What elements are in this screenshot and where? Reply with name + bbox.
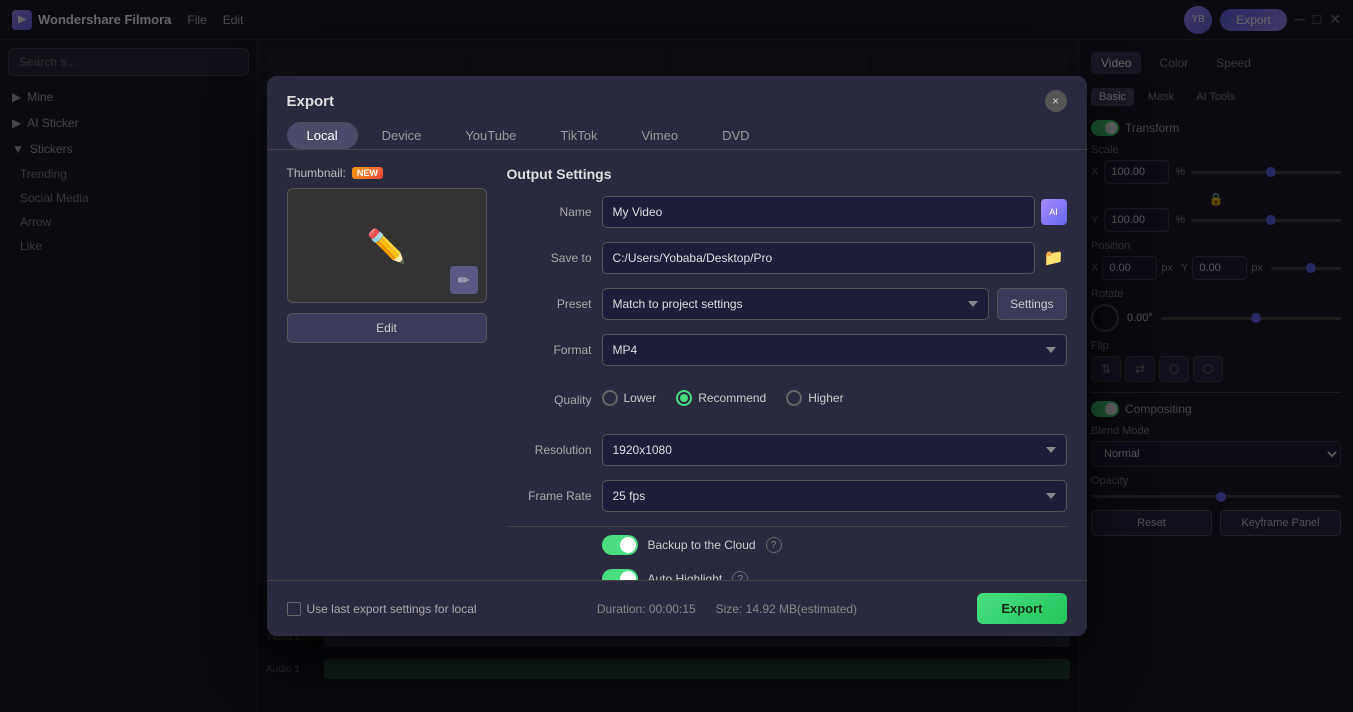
settings-divider — [507, 526, 1067, 527]
size-value: 14.92 MB(estimated) — [746, 602, 857, 616]
output-settings: Output Settings Name AI Save to — [507, 166, 1067, 564]
modal-body: Thumbnail: NEW ✏️ ✏ Edit Output Settings… — [267, 150, 1087, 580]
backup-cloud-toggle[interactable] — [602, 535, 638, 555]
quality-options: Lower Recommend Higher — [602, 380, 844, 416]
tab-youtube[interactable]: YouTube — [445, 122, 536, 149]
resolution-select[interactable]: 1920x1080 — [602, 434, 1067, 466]
save-to-input[interactable] — [602, 242, 1035, 274]
auto-highlight-toggle[interactable] — [602, 569, 638, 580]
footer-info: Duration: 00:00:15 Size: 14.92 MB(estima… — [597, 602, 857, 616]
name-input-container: AI — [602, 196, 1067, 228]
quality-lower-label: Lower — [624, 391, 657, 405]
quality-row: Quality Lower Recommend — [507, 380, 1067, 420]
preset-select[interactable]: Match to project settings — [602, 288, 990, 320]
tab-device[interactable]: Device — [362, 122, 442, 149]
save-to-container: 📁 — [602, 242, 1067, 274]
footer-left: Use last export settings for local — [287, 602, 477, 616]
preset-container: Match to project settings Settings — [602, 288, 1067, 320]
format-label: Format — [507, 343, 592, 357]
thumbnail-label: Thumbnail: NEW — [287, 166, 487, 180]
tab-tiktok[interactable]: TikTok — [540, 122, 617, 149]
export-button-modal[interactable]: Export — [977, 593, 1066, 624]
tab-local[interactable]: Local — [287, 122, 358, 149]
size-info: Size: 14.92 MB(estimated) — [716, 602, 857, 616]
duration-info: Duration: 00:00:15 — [597, 602, 696, 616]
settings-button[interactable]: Settings — [997, 288, 1066, 320]
new-badge: NEW — [352, 167, 383, 179]
thumbnail-text: Thumbnail: — [287, 166, 346, 180]
ai-rename-button[interactable]: AI — [1041, 199, 1067, 225]
quality-recommend[interactable]: Recommend — [676, 390, 766, 406]
auto-highlight-row: Auto Highlight ? — [507, 569, 1067, 580]
quality-higher-label: Higher — [808, 391, 843, 405]
preset-row: Preset Match to project settings Setting… — [507, 288, 1067, 320]
size-label: Size: — [716, 602, 743, 616]
browse-folder-button[interactable]: 📁 — [1041, 245, 1067, 271]
auto-highlight-label: Auto Highlight — [648, 572, 723, 580]
quality-lower-radio[interactable] — [602, 390, 618, 406]
preset-label: Preset — [507, 297, 592, 311]
frame-rate-select[interactable]: 25 fps — [602, 480, 1067, 512]
save-to-label: Save to — [507, 251, 592, 265]
export-modal: Export × Local Device YouTube TikTok Vim… — [267, 76, 1087, 636]
duration-value: 00:00:15 — [649, 602, 696, 616]
quality-higher[interactable]: Higher — [786, 390, 843, 406]
backup-help-icon[interactable]: ? — [766, 537, 782, 553]
frame-rate-row: Frame Rate 25 fps — [507, 480, 1067, 512]
edit-thumbnail-button[interactable]: Edit — [287, 313, 487, 343]
resolution-label: Resolution — [507, 443, 592, 457]
frame-rate-label: Frame Rate — [507, 489, 592, 503]
name-label: Name — [507, 205, 592, 219]
modal-footer: Use last export settings for local Durat… — [267, 580, 1087, 636]
duration-label: Duration: — [597, 602, 646, 616]
tab-dvd[interactable]: DVD — [702, 122, 769, 149]
quality-higher-radio[interactable] — [786, 390, 802, 406]
format-select[interactable]: MP4 — [602, 334, 1067, 366]
thumbnail-section: Thumbnail: NEW ✏️ ✏ Edit — [287, 166, 487, 564]
format-row: Format MP4 — [507, 334, 1067, 366]
resolution-row: Resolution 1920x1080 — [507, 434, 1067, 466]
backup-cloud-label: Backup to the Cloud — [648, 538, 756, 552]
modal-tab-bar: Local Device YouTube TikTok Vimeo DVD — [267, 112, 1087, 150]
use-last-settings-label: Use last export settings for local — [307, 602, 477, 616]
auto-highlight-help-icon[interactable]: ? — [732, 571, 748, 580]
quality-recommend-label: Recommend — [698, 391, 766, 405]
name-input[interactable] — [602, 196, 1035, 228]
use-last-settings-checkbox[interactable] — [287, 602, 301, 616]
save-to-row: Save to 📁 — [507, 242, 1067, 274]
modal-title: Export — [287, 93, 335, 110]
thumbnail-pencil-icon: ✏ — [450, 266, 478, 294]
thumbnail-placeholder-icon: ✏️ — [367, 227, 407, 265]
output-title: Output Settings — [507, 166, 1067, 182]
name-row: Name AI — [507, 196, 1067, 228]
app-container: ▶ Wondershare Filmora File Edit YB Expor… — [0, 0, 1353, 712]
tab-vimeo[interactable]: Vimeo — [622, 122, 699, 149]
thumbnail-box: ✏️ ✏ — [287, 188, 487, 303]
modal-overlay: Export × Local Device YouTube TikTok Vim… — [0, 0, 1353, 712]
quality-lower[interactable]: Lower — [602, 390, 657, 406]
modal-close-button[interactable]: × — [1045, 90, 1067, 112]
backup-cloud-row: Backup to the Cloud ? — [507, 535, 1067, 555]
modal-header: Export × — [267, 76, 1087, 112]
quality-label: Quality — [507, 393, 592, 407]
quality-recommend-radio[interactable] — [676, 390, 692, 406]
use-last-settings-checkbox-label[interactable]: Use last export settings for local — [287, 602, 477, 616]
